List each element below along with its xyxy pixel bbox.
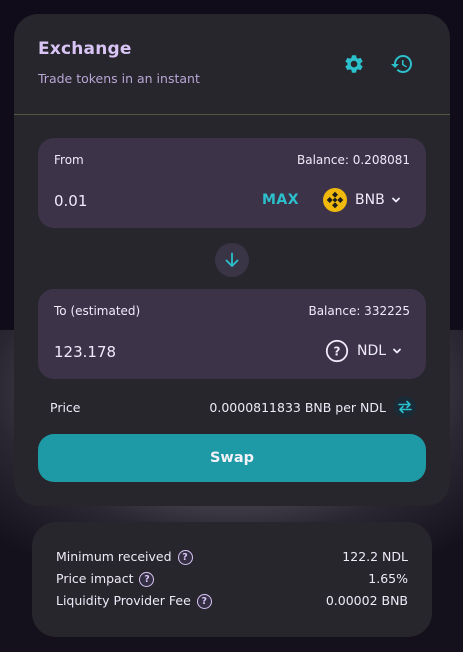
price-row: Price 0.0000811833 BNB per NDL	[50, 396, 416, 418]
help-icon[interactable]: ?	[196, 594, 212, 609]
settings-button[interactable]	[339, 49, 369, 79]
svg-text:?: ?	[334, 344, 341, 358]
detail-value: 0.00002 BNB	[325, 593, 408, 608]
exchange-header: Exchange Trade tokens in an instant	[14, 14, 450, 114]
gear-icon	[345, 55, 363, 73]
swap-horizontal-icon	[398, 400, 412, 414]
to-label: To (estimated)	[54, 304, 141, 318]
help-icon[interactable]: ?	[139, 572, 155, 587]
swap-details-card: Minimum received? 122.2 NDL Price impact…	[32, 522, 432, 637]
detail-value: 122.2 NDL	[342, 549, 408, 564]
chevron-down-icon	[390, 194, 402, 206]
swap-button[interactable]: Swap	[38, 434, 426, 482]
header-divider	[14, 114, 450, 115]
detail-label: Price impact	[56, 571, 134, 586]
detail-row-price-impact: Price impact? 1.65%	[56, 569, 408, 589]
bnb-logo-icon	[323, 188, 347, 212]
switch-direction-button[interactable]	[215, 243, 249, 277]
page-title: Exchange	[38, 39, 132, 59]
from-panel: From Balance: 0.208081 0.01 MAX BNB	[38, 138, 426, 228]
to-panel: To (estimated) Balance: 332225 123.178 ?…	[38, 289, 426, 379]
history-icon	[391, 55, 412, 74]
detail-row-liquidity-provider-fee: Liquidity Provider Fee? 0.00002 BNB	[56, 591, 408, 611]
to-token-name: NDL	[357, 343, 387, 359]
detail-label: Liquidity Provider Fee	[56, 593, 191, 608]
max-button[interactable]: MAX	[262, 192, 299, 208]
question-circle-icon: ?	[325, 339, 349, 363]
detail-label: Minimum received	[56, 549, 172, 564]
detail-value: 1.65%	[368, 571, 408, 586]
from-token-name: BNB	[355, 192, 385, 208]
arrow-down-icon	[225, 252, 239, 267]
help-icon[interactable]: ?	[177, 550, 193, 565]
to-balance: Balance: 332225	[308, 304, 410, 318]
exchange-card: Exchange Trade tokens in an instant From…	[14, 14, 450, 506]
invert-price-button[interactable]	[394, 396, 416, 418]
page-subtitle: Trade tokens in an instant	[38, 71, 200, 86]
to-token-selector[interactable]: ? NDL	[325, 339, 403, 363]
from-label: From	[54, 153, 84, 167]
detail-row-minimum-received: Minimum received? 122.2 NDL	[56, 547, 408, 567]
chevron-down-icon	[391, 345, 403, 357]
from-token-selector[interactable]: BNB	[323, 188, 402, 212]
from-balance: Balance: 0.208081	[297, 153, 410, 167]
history-button[interactable]	[387, 49, 417, 79]
price-label: Price	[50, 400, 81, 415]
price-value: 0.0000811833 BNB per NDL	[209, 400, 386, 415]
to-amount-input[interactable]: 123.178	[54, 343, 116, 361]
from-amount-input[interactable]: 0.01	[54, 192, 87, 210]
